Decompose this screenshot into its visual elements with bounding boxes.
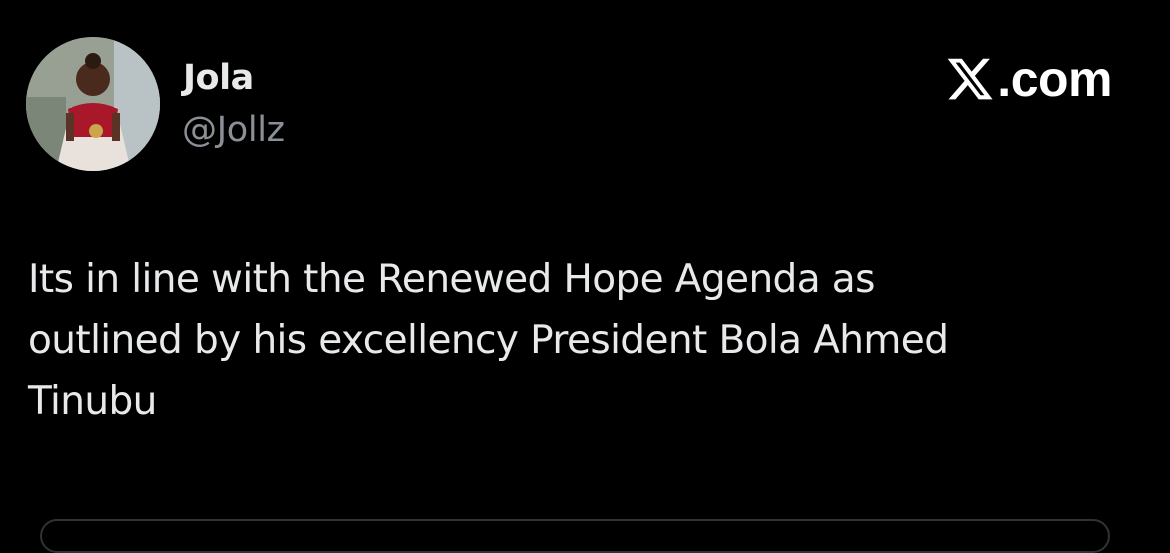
brand-domain: .com <box>997 51 1112 107</box>
author-handle[interactable]: @Jollz <box>182 108 285 152</box>
brand-watermark: .com <box>945 50 1112 108</box>
x-logo-icon <box>945 54 995 104</box>
quoted-card-edge <box>40 519 1110 553</box>
author-display-name[interactable]: Jola <box>183 56 254 100</box>
author-avatar[interactable] <box>26 37 160 171</box>
avatar-photo <box>26 37 160 171</box>
tweet-card: Jola @Jollz .com Its in line with the Re… <box>0 0 1170 553</box>
tweet-text: Its in line with the Renewed Hope Agenda… <box>28 257 949 424</box>
